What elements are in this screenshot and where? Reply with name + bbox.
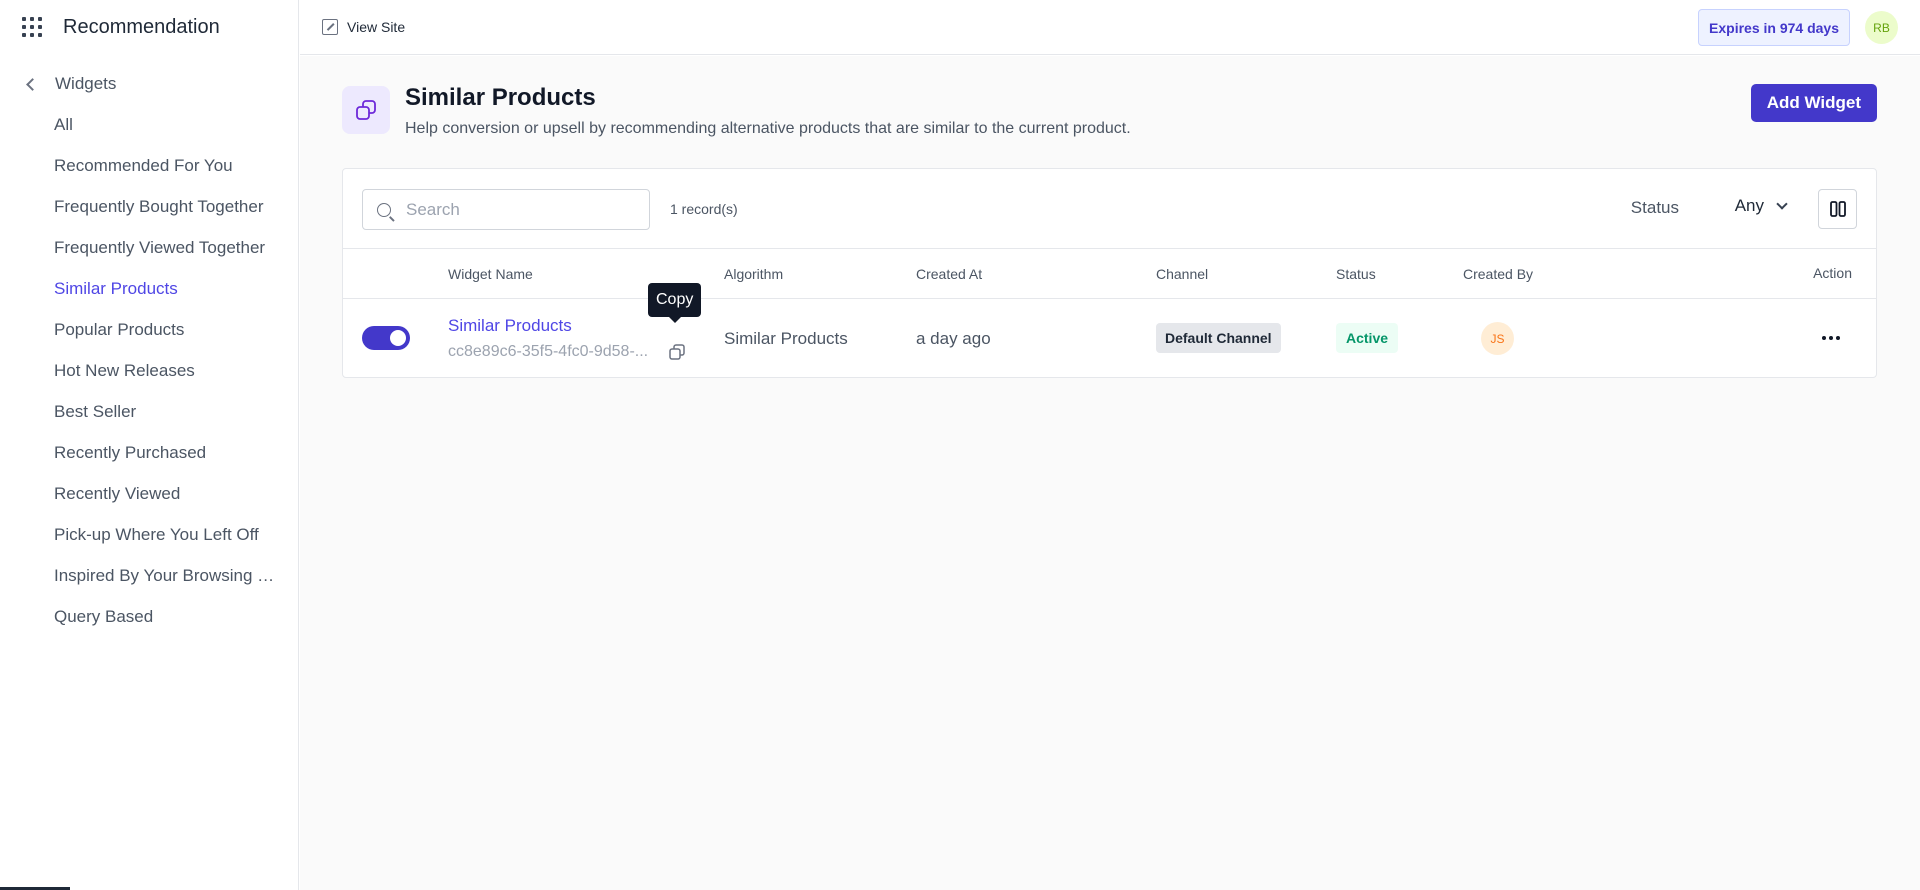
- sidebar-item-pick-up-where-you-left-off[interactable]: Pick-up Where You Left Off: [0, 514, 298, 555]
- col-channel[interactable]: Channel: [1156, 266, 1208, 282]
- sidebar-item-query-based[interactable]: Query Based: [0, 596, 298, 637]
- col-widget-name[interactable]: Widget Name: [448, 266, 533, 282]
- view-site-label: View Site: [347, 19, 406, 35]
- chevron-down-icon: [1776, 198, 1788, 210]
- sidebar-item-similar-products[interactable]: Similar Products: [0, 268, 298, 309]
- sidebar-header: Recommendation: [0, 0, 298, 55]
- sidebar-item-inspired-by-browsing[interactable]: Inspired By Your Browsing H...: [0, 555, 298, 596]
- external-link-icon: [322, 19, 338, 35]
- algorithm-cell: Similar Products: [724, 329, 848, 348]
- add-widget-button[interactable]: Add Widget: [1750, 84, 1877, 122]
- col-created-at[interactable]: Created At: [916, 266, 982, 282]
- status-filter-label: Status: [1630, 198, 1679, 217]
- widget-name-link[interactable]: Similar Products: [448, 316, 572, 336]
- columns-toggle-button[interactable]: [1818, 189, 1857, 229]
- creator-avatar: JS: [1481, 322, 1514, 355]
- sidebar-item-frequently-viewed-together[interactable]: Frequently Viewed Together: [0, 227, 298, 268]
- view-site-link[interactable]: View Site: [322, 19, 405, 35]
- copy-tooltip: Copy: [648, 283, 702, 323]
- app-title: Recommendation: [63, 16, 220, 38]
- app-grid-icon[interactable]: [22, 16, 44, 39]
- status-badge: Active: [1336, 323, 1399, 353]
- col-created-by[interactable]: Created By: [1463, 266, 1533, 282]
- record-count: 1 record(s): [670, 201, 738, 217]
- sidebar-nav: All Recommended For You Frequently Bough…: [0, 104, 298, 637]
- col-algorithm[interactable]: Algorithm: [724, 266, 783, 282]
- copy-icon[interactable]: [668, 343, 686, 361]
- status-filter-value: Any: [1734, 196, 1764, 215]
- sidebar-item-recommended-for-you[interactable]: Recommended For You: [0, 145, 298, 186]
- sidebar-item-recently-viewed[interactable]: Recently Viewed: [0, 473, 298, 514]
- back-label: Widgets: [55, 74, 117, 93]
- table-row: Similar Products cc8e89c6-35f5-4fc0-9d58…: [343, 283, 1876, 377]
- page-description: Help conversion or upsell by recommendin…: [405, 120, 1131, 137]
- page-header: Similar Products Help conversion or upse…: [342, 84, 1131, 138]
- col-status[interactable]: Status: [1336, 266, 1376, 282]
- search-box[interactable]: [362, 189, 650, 230]
- sidebar-item-hot-new-releases[interactable]: Hot New Releases: [0, 350, 298, 391]
- sidebar-item-recently-purchased[interactable]: Recently Purchased: [0, 432, 298, 473]
- search-icon: [377, 202, 391, 217]
- user-avatar[interactable]: RB: [1865, 11, 1898, 44]
- row-actions-menu-icon[interactable]: [1822, 336, 1840, 340]
- main-content: Similar Products Help conversion or upse…: [300, 56, 1920, 890]
- topbar: View Site Expires in 974 days RB: [300, 0, 1920, 55]
- sidebar-item-all[interactable]: All: [0, 104, 298, 145]
- back-to-widgets[interactable]: Widgets: [0, 69, 298, 99]
- widgets-table-card: 1 record(s) Status Any Widget Name Algor…: [342, 168, 1877, 378]
- sidebar-item-frequently-bought-together[interactable]: Frequently Bought Together: [0, 186, 298, 227]
- widget-id: cc8e89c6-35f5-4fc0-9d58-...: [448, 343, 649, 360]
- widget-enabled-toggle[interactable]: [362, 326, 410, 350]
- chevron-left-icon: [26, 77, 39, 91]
- search-input[interactable]: [406, 199, 626, 220]
- sidebar-item-best-seller[interactable]: Best Seller: [0, 391, 298, 432]
- columns-icon: [1829, 201, 1846, 217]
- similar-products-icon: [342, 86, 390, 134]
- sidebar-item-popular-products[interactable]: Popular Products: [0, 309, 298, 350]
- table-toolbar: 1 record(s) Status Any: [343, 169, 1876, 249]
- page-title: Similar Products: [405, 84, 596, 111]
- expiry-badge[interactable]: Expires in 974 days: [1698, 9, 1850, 46]
- created-at-cell: a day ago: [916, 329, 991, 348]
- sidebar: Recommendation Widgets All Recommended F…: [0, 0, 299, 890]
- col-action: Action: [1813, 265, 1852, 281]
- channel-badge: Default Channel: [1156, 323, 1281, 353]
- status-filter-select[interactable]: Any: [1734, 196, 1788, 216]
- table-header: Widget Name Algorithm Created At Channel…: [343, 249, 1876, 299]
